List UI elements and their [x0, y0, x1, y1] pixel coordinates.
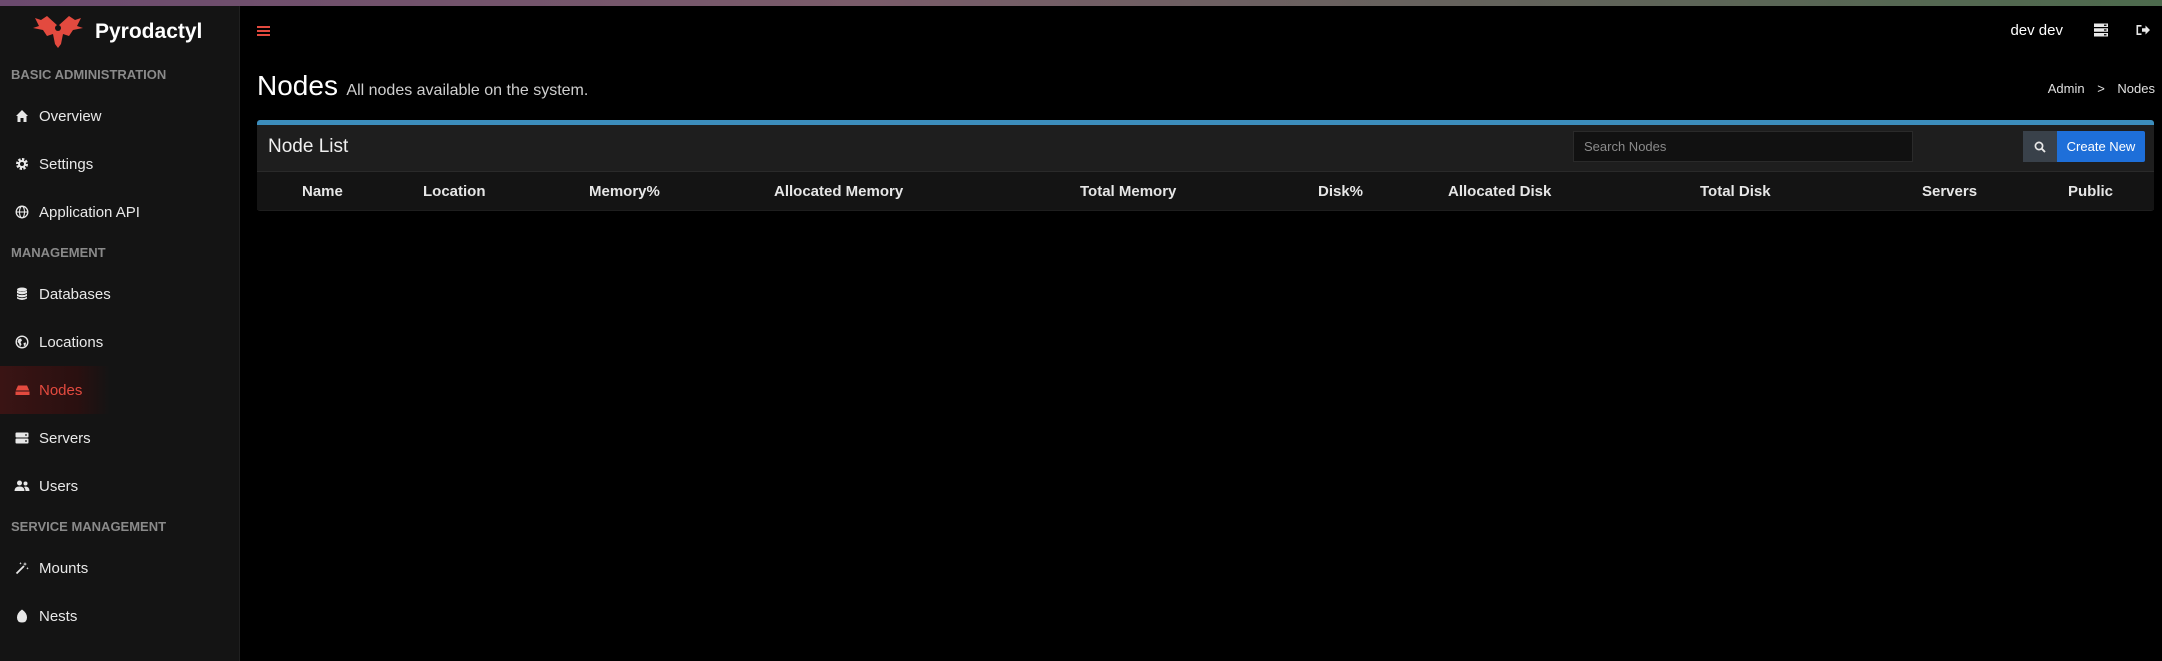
sidebar-item-label: Databases: [39, 285, 111, 303]
sidebar-item-servers[interactable]: Servers: [0, 414, 239, 462]
sidebar-item-label: Overview: [39, 107, 102, 125]
search-icon: [2034, 141, 2046, 153]
home-icon: [14, 108, 30, 124]
breadcrumb-admin-link[interactable]: Admin: [2048, 81, 2085, 96]
column-header-total-memory[interactable]: Total Memory: [1080, 183, 1176, 200]
logout-icon[interactable]: [2135, 22, 2151, 38]
database-icon: [14, 286, 30, 302]
section-header-service: SERVICE MANAGEMENT: [11, 519, 167, 534]
hamburger-menu-icon[interactable]: [256, 23, 272, 39]
sidebar-item-locations[interactable]: Locations: [0, 318, 239, 366]
server-icon: [14, 430, 30, 446]
section-header-management: MANAGEMENT: [11, 245, 106, 260]
column-header-name[interactable]: Name: [302, 183, 343, 200]
sidebar-item-nests[interactable]: Nests: [0, 592, 239, 640]
column-header-allocated-memory[interactable]: Allocated Memory: [774, 183, 903, 200]
sidebar-item-overview[interactable]: Overview: [0, 92, 239, 140]
egg-icon: [14, 608, 30, 624]
column-header-allocated-disk[interactable]: Allocated Disk: [1448, 183, 1551, 200]
search-button[interactable]: [2023, 131, 2057, 162]
panel-header: Node List Create New: [257, 125, 2154, 172]
content-header: Nodes All nodes available on the system.: [257, 70, 588, 102]
page-title: Nodes: [257, 70, 338, 101]
column-header-servers[interactable]: Servers: [1922, 183, 1977, 200]
user-menu[interactable]: dev dev: [2010, 22, 2063, 39]
sidebar-item-settings[interactable]: Settings: [0, 140, 239, 188]
node-list-panel: Node List Create New Name Location Memor…: [257, 120, 2154, 211]
sidebar-item-application-api[interactable]: Application API: [0, 188, 239, 236]
sidebar-item-label: Mounts: [39, 559, 89, 577]
nodes-icon: [14, 382, 30, 398]
breadcrumb-separator: >: [2097, 81, 2105, 96]
sidebar-item-mounts[interactable]: Mounts: [0, 544, 239, 592]
gear-icon: [14, 156, 30, 172]
magic-icon: [14, 560, 30, 576]
sidebar-item-label: Nodes: [39, 381, 83, 399]
column-header-disk-percent[interactable]: Disk%: [1318, 183, 1363, 200]
brand[interactable]: Pyrodactyl: [0, 6, 239, 58]
pterodactyl-logo-icon: [33, 14, 83, 50]
column-header-location[interactable]: Location: [423, 183, 486, 200]
column-header-public[interactable]: Public: [2068, 183, 2113, 200]
sidebar-item-users[interactable]: Users: [0, 462, 239, 510]
column-header-memory-percent[interactable]: Memory%: [589, 183, 660, 200]
sidebar-item-label: Locations: [39, 333, 104, 351]
sidebar-item-databases[interactable]: Databases: [0, 270, 239, 318]
sidebar-item-label: Nests: [39, 607, 78, 625]
sidebar-item-label: Application API: [39, 203, 140, 221]
brand-name: Pyrodactyl: [95, 20, 203, 43]
breadcrumb-current: Nodes: [2117, 81, 2155, 96]
column-header-total-disk[interactable]: Total Disk: [1700, 183, 1771, 200]
globe-icon: [14, 204, 30, 220]
sidebar-item-label: Servers: [39, 429, 91, 447]
sidebar: Pyrodactyl BASIC ADMINISTRATION Overview…: [0, 6, 240, 661]
sidebar-item-label: Settings: [39, 155, 94, 173]
globe-americas-icon: [14, 334, 30, 350]
users-icon: [14, 478, 30, 494]
breadcrumb: Admin > Nodes: [2048, 81, 2155, 96]
table-header: Name Location Memory% Allocated Memory T…: [257, 172, 2154, 210]
sidebar-item-label: Users: [39, 477, 79, 495]
top-navbar: dev dev: [240, 6, 2162, 58]
create-new-button[interactable]: Create New: [2057, 131, 2145, 162]
servers-list-icon[interactable]: [2093, 22, 2109, 38]
sidebar-item-nodes[interactable]: Nodes: [0, 366, 110, 414]
page-subtitle: All nodes available on the system.: [346, 82, 589, 99]
search-nodes-input[interactable]: [1573, 131, 1913, 162]
section-header-basic: BASIC ADMINISTRATION: [11, 67, 167, 82]
panel-title: Node List: [268, 136, 349, 157]
